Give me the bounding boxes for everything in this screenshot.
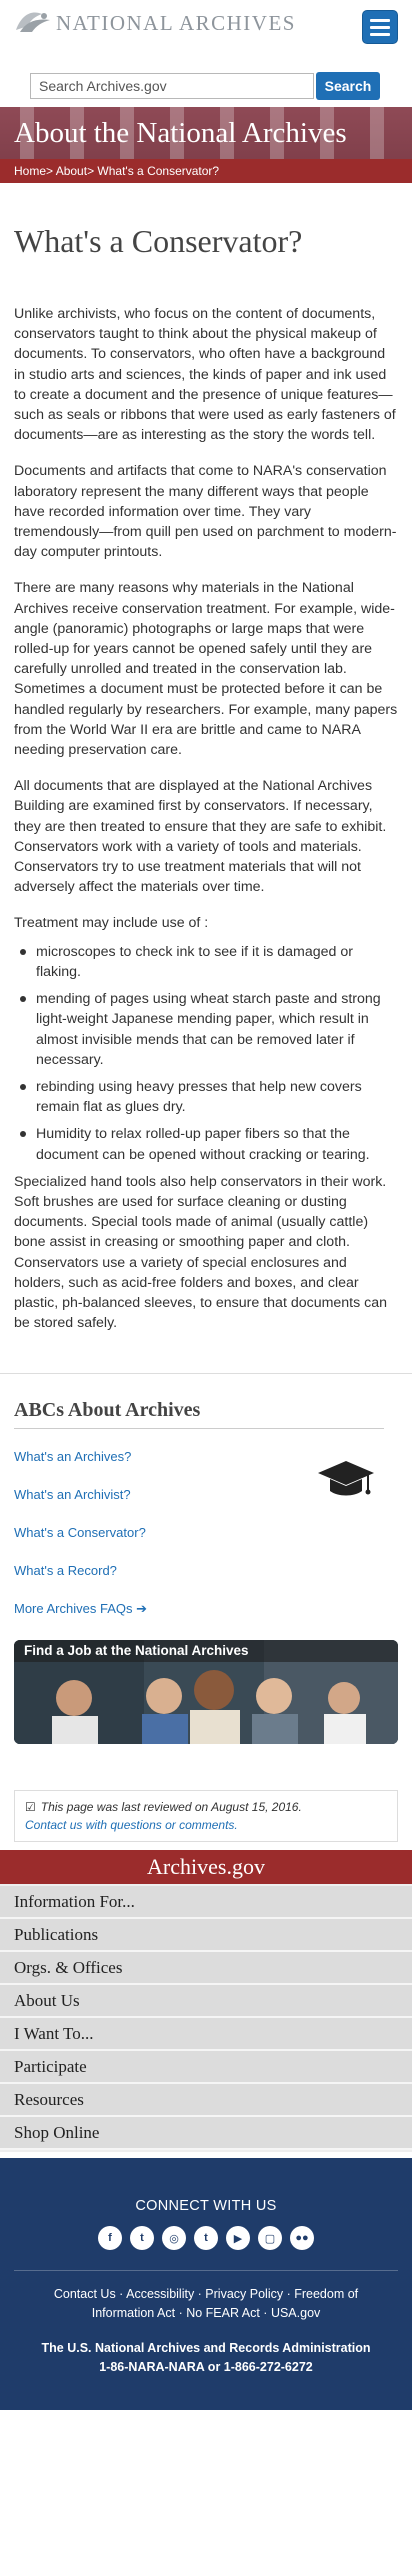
nav-item-about-us[interactable]: About Us (0, 1985, 412, 2019)
footer-links-line1[interactable]: Contact Us · Accessibility · Privacy Pol… (30, 2285, 382, 2304)
site-nav: Information For... Publications Orgs. & … (0, 1884, 412, 2153)
nav-item-resources[interactable]: Resources (0, 2084, 412, 2118)
abc-section: ABCs About Archives What's an Archives? … (0, 1399, 412, 1745)
footer-links: Contact Us · Accessibility · Privacy Pol… (0, 2285, 412, 2323)
youtube-icon[interactable]: ▶ (226, 2226, 250, 2251)
flickr-icon[interactable]: ●● (290, 2226, 314, 2251)
graduation-cap-icon (318, 1461, 374, 1496)
nav-item-participate[interactable]: Participate (0, 2051, 412, 2085)
eagle-icon (16, 12, 50, 32)
nav-item-orgs-offices[interactable]: Orgs. & Offices (0, 1952, 412, 1986)
archives-gov-bar[interactable]: Archives.gov (0, 1850, 412, 1885)
contact-link[interactable]: Contact us with questions or comments. (25, 1818, 387, 1832)
arrow-right-icon: ➔ (136, 1601, 148, 1617)
nav-item-publications[interactable]: Publications (0, 1919, 412, 1953)
footer-org: The U.S. National Archives and Records A… (0, 2339, 412, 2377)
divider (0, 1373, 412, 1375)
paragraph-treatment: Treatment may include use of : (14, 915, 209, 932)
twitter-icon[interactable]: t (130, 2226, 154, 2251)
national-archives-logo[interactable]: NATIONAL ARCHIVES (14, 8, 296, 38)
org-name: The U.S. National Archives and Records A… (41, 2341, 371, 2356)
page-title: What's a Conservator? (14, 223, 303, 259)
list-item: mending of pages using wheat starch past… (14, 989, 398, 1070)
breadcrumb: Home> About> What's a Conservator? (0, 159, 412, 183)
connect-heading: CONNECT WITH US (135, 2198, 277, 2215)
paragraph-reasons: There are many reasons why materials in … (14, 580, 398, 759)
nav-item-shop-online[interactable]: Shop Online (0, 2117, 412, 2151)
search-input[interactable] (30, 73, 314, 99)
list-item: rebinding using heavy presses that help … (14, 1077, 398, 1117)
breadcrumb-about[interactable]: About (56, 164, 87, 178)
paragraph-documents: Documents and artifacts that come to NAR… (14, 463, 397, 561)
search-bar: Search (0, 58, 412, 100)
menu-button[interactable] (362, 10, 398, 44)
treatment-list: microscopes to check ink to see if it is… (14, 942, 398, 1165)
tumblr-icon[interactable]: t (194, 2226, 218, 2251)
nav-item-information-for[interactable]: Information For... (0, 1886, 412, 1920)
page-banner: About the National Archives Home> About>… (0, 107, 412, 183)
main-content: What's a Conservator? Unlike archivists,… (0, 223, 412, 1333)
breadcrumb-home[interactable]: Home (14, 164, 46, 178)
logo-text: NATIONAL ARCHIVES (56, 10, 296, 35)
footer-links-line2[interactable]: Information Act · No FEAR Act · USA.gov (30, 2304, 382, 2323)
paragraph-closing: Specialized hand tools also help conserv… (14, 1173, 388, 1332)
edit-check-icon: ☑ (25, 1800, 36, 1815)
abc-title: ABCs About Archives (14, 1399, 384, 1430)
review-date: This page was last reviewed on August 15… (40, 1800, 302, 1815)
paragraph-displayed: All documents that are displayed at the … (14, 778, 387, 896)
org-phone: 1-86-NARA-NARA or 1-866-272-6272 (99, 2360, 313, 2375)
divider (14, 2270, 398, 2272)
abc-link-record[interactable]: What's a Record? (14, 1563, 398, 1578)
list-item: microscopes to check ink to see if it is… (14, 942, 398, 982)
review-box: ☑ This page was last reviewed on August … (14, 1790, 398, 1843)
site-header: NATIONAL ARCHIVES (0, 0, 412, 58)
abc-links-wrap: What's an Archives? What's an Archivist?… (14, 1449, 398, 1617)
social-links: f t ◎ t ▶ ▢ ●● (0, 2226, 412, 2251)
site-footer: CONNECT WITH US f t ◎ t ▶ ▢ ●● Contact U… (0, 2158, 412, 2411)
job-card[interactable]: Find a Job at the National Archives (14, 1640, 398, 1745)
search-button[interactable]: Search (316, 72, 380, 100)
blog-icon[interactable]: ▢ (258, 2226, 282, 2251)
job-label: Find a Job at the National Archives (14, 1640, 398, 1663)
nav-item-i-want-to[interactable]: I Want To... (0, 2018, 412, 2052)
more-faqs-link[interactable]: More Archives FAQs ➔ (14, 1601, 398, 1617)
list-item: Humidity to relax rolled-up paper fibers… (14, 1124, 398, 1164)
hamburger-icon (370, 18, 390, 22)
facebook-icon[interactable]: f (98, 2226, 122, 2251)
paragraph-intro: Unlike archivists, who focus on the cont… (14, 306, 396, 444)
abc-link-conservator[interactable]: What's a Conservator? (14, 1525, 398, 1540)
instagram-icon[interactable]: ◎ (162, 2226, 186, 2251)
banner-title: About the National Archives (14, 117, 347, 149)
breadcrumb-current: What's a Conservator? (97, 164, 220, 178)
